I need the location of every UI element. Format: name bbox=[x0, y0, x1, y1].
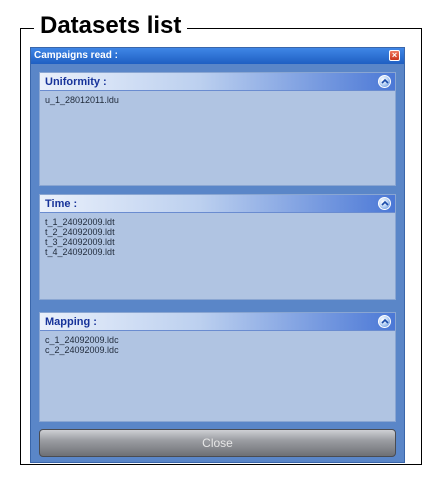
frame-bottom-border bbox=[20, 464, 422, 465]
list-item[interactable]: u_1_28012011.ldu bbox=[45, 95, 395, 105]
time-panel-header[interactable]: Time : bbox=[40, 195, 395, 213]
mapping-list: c_1_24092009.ldc c_2_24092009.ldc bbox=[40, 331, 395, 421]
dialog-title: Campaigns read : bbox=[34, 50, 118, 61]
chevron-up-icon[interactable] bbox=[378, 197, 391, 210]
time-list: t_1_24092009.ldt t_2_24092009.ldt t_3_24… bbox=[40, 213, 395, 299]
chevron-up-icon[interactable] bbox=[378, 315, 391, 328]
dialog-titlebar: Campaigns read : × bbox=[31, 48, 404, 64]
chevron-up-icon[interactable] bbox=[378, 75, 391, 88]
time-panel: Time : t_1_24092009.ldt t_2_24092009.ldt… bbox=[39, 194, 396, 300]
campaigns-dialog: Campaigns read : × Uniformity : u_1_2801… bbox=[30, 47, 405, 463]
uniformity-list: u_1_28012011.ldu bbox=[40, 91, 395, 185]
mapping-panel: Mapping : c_1_24092009.ldc c_2_24092009.… bbox=[39, 312, 396, 422]
time-panel-title: Time : bbox=[45, 198, 78, 210]
group-title: Datasets list bbox=[34, 10, 188, 42]
list-item[interactable]: t_2_24092009.ldt bbox=[45, 227, 395, 237]
close-button[interactable]: Close bbox=[39, 429, 396, 457]
close-icon[interactable]: × bbox=[389, 50, 400, 61]
list-item[interactable]: c_2_24092009.ldc bbox=[45, 345, 395, 355]
list-item[interactable]: t_4_24092009.ldt bbox=[45, 247, 395, 257]
uniformity-panel: Uniformity : u_1_28012011.ldu bbox=[39, 72, 396, 186]
list-item[interactable]: t_3_24092009.ldt bbox=[45, 237, 395, 247]
uniformity-panel-header[interactable]: Uniformity : bbox=[40, 73, 395, 91]
list-item[interactable]: t_1_24092009.ldt bbox=[45, 217, 395, 227]
uniformity-panel-title: Uniformity : bbox=[45, 76, 107, 88]
mapping-panel-title: Mapping : bbox=[45, 316, 97, 328]
list-item[interactable]: c_1_24092009.ldc bbox=[45, 335, 395, 345]
mapping-panel-header[interactable]: Mapping : bbox=[40, 313, 395, 331]
